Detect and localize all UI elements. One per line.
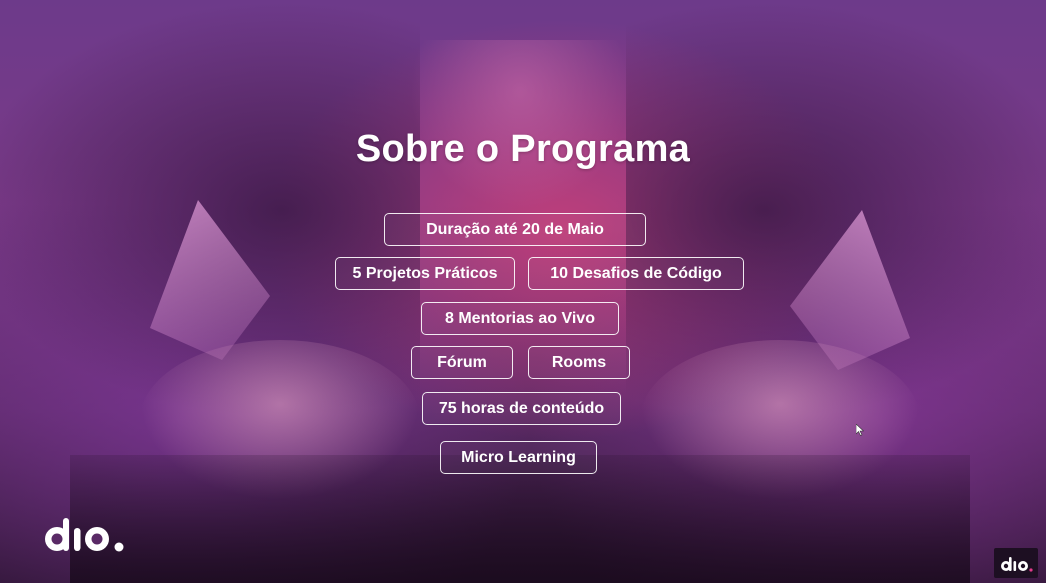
dio-small-logo — [1001, 557, 1033, 572]
program-item-challenges: 10 Desafios de Código — [528, 257, 744, 290]
background-shoulder-right — [626, 0, 1046, 420]
background-collar-right — [790, 210, 910, 370]
corner-logo-badge — [994, 548, 1038, 578]
dio-logo — [45, 518, 124, 552]
program-item-mentoring: 8 Mentorias ao Vivo — [421, 302, 619, 335]
background-face — [410, 40, 630, 210]
background-shoulder-left — [0, 0, 420, 420]
program-item-micro-learning: Micro Learning — [440, 441, 597, 474]
program-item-rooms: Rooms — [528, 346, 630, 379]
program-item-projects: 5 Projetos Práticos — [335, 257, 515, 290]
video-frame: Sobre o Programa Duração até 20 de Maio … — [0, 0, 1046, 583]
background-hand-right — [640, 340, 920, 500]
background-keyboard — [70, 455, 970, 583]
program-item-duration: Duração até 20 de Maio — [384, 213, 646, 246]
background-collar-left — [150, 200, 270, 360]
cursor-arrow-icon — [856, 424, 864, 436]
background-hand-left — [140, 340, 420, 500]
program-item-forum: Fórum — [411, 346, 513, 379]
program-item-hours: 75 horas de conteúdo — [422, 392, 621, 425]
slide-title: Sobre o Programa — [355, 128, 691, 170]
